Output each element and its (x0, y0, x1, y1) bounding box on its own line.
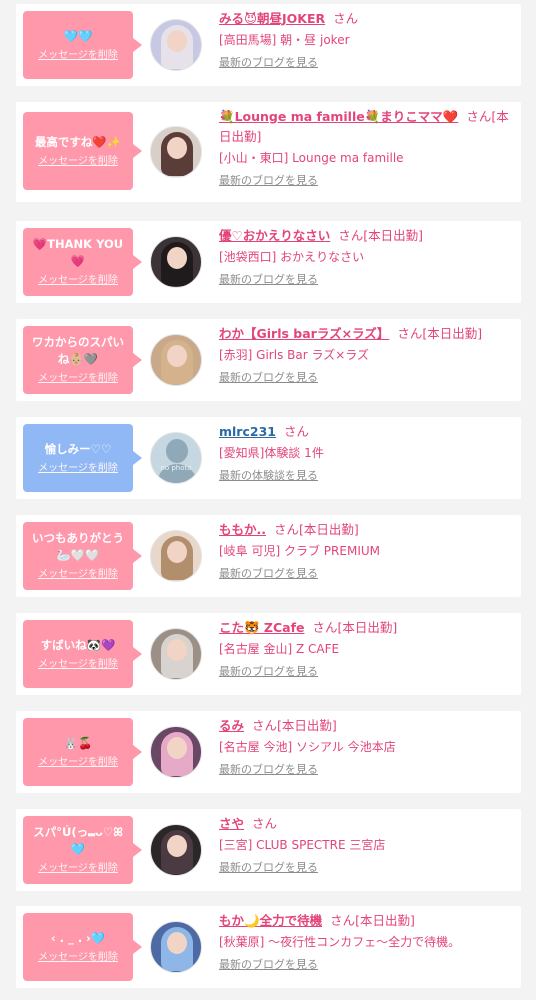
name-suffix: さん[本日出勤] (338, 228, 423, 243)
message-row: ワカからのスパいね👶🏼🩶 メッセージを削除 わか【Girls barラズ×ラズ】… (16, 319, 521, 401)
name-suffix: さん[本日出勤] (252, 718, 337, 733)
message-bubble: 💗THANK YOU💗 メッセージを削除 (23, 228, 142, 296)
latest-blog-link[interactable]: 最新のブログを見る (219, 55, 515, 71)
latest-blog-link[interactable]: 最新のブログを見る (219, 566, 515, 582)
no-photo-label: no photo (160, 464, 192, 472)
message-bubble: ワカからのスパいね👶🏼🩶 メッセージを削除 (23, 326, 142, 394)
shop-info: [赤羽] Girls Bar ラズ×ラズ (219, 348, 370, 362)
message-bubble: スパ°Ú(っ⑉ᴗ♡ꕤ🩵 メッセージを削除 (23, 816, 142, 884)
shop-info: [愛知県]体験談 1件 (219, 446, 324, 460)
latest-blog-link[interactable]: 最新のブログを見る (219, 664, 515, 680)
avatar[interactable] (150, 236, 202, 288)
latest-review-link[interactable]: 最新の体験談を見る (219, 468, 515, 484)
delete-message-link[interactable]: メッセージを削除 (38, 568, 118, 582)
message-row: 💗THANK YOU💗 メッセージを削除 優♡おかえりなさい さん[本日出勤] [… (16, 221, 521, 303)
delete-message-link[interactable]: メッセージを削除 (38, 49, 118, 63)
avatar[interactable] (150, 628, 202, 680)
name-suffix: さん (283, 424, 309, 439)
delete-message-link[interactable]: メッセージを削除 (38, 372, 118, 386)
message-row: 🩵🩵 メッセージを削除 みる😈朝昼JOKER さん [高田馬場] 朝・昼 joke… (16, 4, 521, 86)
latest-blog-link[interactable]: 最新のブログを見る (219, 957, 515, 973)
delete-message-link[interactable]: メッセージを削除 (38, 155, 118, 169)
shop-info: [名古屋 金山] Z CAFE (219, 642, 340, 656)
user-name-link[interactable]: るみ (219, 718, 244, 733)
delete-message-link[interactable]: メッセージを削除 (38, 756, 118, 770)
message-row: ‹ . _ . ›🩵 メッセージを削除 もか🌙全力で待機 さん[本日出勤] [秋葉… (16, 906, 521, 988)
message-text: 最高ですね❤️✨ (34, 134, 122, 149)
delete-message-link[interactable]: メッセージを削除 (38, 274, 118, 288)
user-name-link[interactable]: みる😈朝昼JOKER (219, 11, 325, 26)
message-bubble: いつもありがとう🦢🤍🤍 メッセージを削除 (23, 522, 142, 590)
latest-blog-link[interactable]: 最新のブログを見る (219, 762, 515, 778)
message-bubble: 最高ですね❤️✨ メッセージを削除 (23, 112, 142, 190)
name-suffix: さん[本日出勤] (274, 522, 359, 537)
avatar[interactable] (150, 824, 202, 876)
user-name-link[interactable]: 💐Lounge ma famille💐まりこママ❤️ (219, 109, 458, 124)
latest-blog-link[interactable]: 最新のブログを見る (219, 370, 515, 386)
message-text: 愉しみー♡♡ (44, 441, 112, 456)
message-row: すばいね🐼💜 メッセージを削除 こた🐯 ZCafe さん[本日出勤] [名古屋 金… (16, 613, 521, 695)
message-row: いつもありがとう🦢🤍🤍 メッセージを削除 ももか.. さん[本日出勤] [岐阜 可… (16, 515, 521, 597)
name-suffix: さん[本日出勤] (312, 620, 398, 635)
message-row: 最高ですね❤️✨ メッセージを削除 💐Lounge ma famille💐まりこ… (16, 102, 521, 202)
user-name-link[interactable]: わか【Girls barラズ×ラズ】 (219, 326, 389, 341)
no-photo-avatar[interactable]: no photo (150, 432, 202, 484)
delete-message-link[interactable]: メッセージを削除 (38, 462, 118, 476)
message-text: 🐰🍒 (63, 735, 93, 750)
message-text: ワカからのスパいね👶🏼🩶 (32, 335, 124, 366)
avatar[interactable] (150, 126, 202, 178)
delete-message-link[interactable]: メッセージを削除 (38, 658, 118, 672)
message-bubble: すばいね🐼💜 メッセージを削除 (23, 620, 142, 688)
user-name-link[interactable]: もか🌙全力で待機 (219, 913, 322, 928)
delete-message-link[interactable]: メッセージを削除 (38, 951, 118, 965)
user-name-link[interactable]: ももか.. (219, 522, 266, 537)
message-row: 愉しみー♡♡ メッセージを削除 no photo mlrc231 さん [愛知県]… (16, 417, 521, 499)
shop-info: [岐阜 可児] クラブ PREMIUM (219, 544, 380, 558)
shop-info: [秋葉原] 〜夜行性コンカフェ〜全力で待機。 (219, 935, 461, 949)
avatar[interactable] (150, 726, 202, 778)
avatar[interactable] (150, 19, 202, 71)
user-name-link[interactable]: 優♡おかえりなさい (219, 228, 330, 243)
message-text: スパ°Ú(っ⑉ᴗ♡ꕤ🩵 (33, 825, 123, 856)
name-suffix: さん[本日出勤] (330, 913, 415, 928)
message-bubble: 🩵🩵 メッセージを削除 (23, 11, 142, 79)
name-suffix: さん (333, 11, 359, 26)
message-row: スパ°Ú(っ⑉ᴗ♡ꕤ🩵 メッセージを削除 さや さん [三宮] CLUB SPEC… (16, 809, 521, 891)
avatar[interactable] (150, 921, 202, 973)
name-suffix: さん[本日出勤] (397, 326, 483, 341)
user-name-link[interactable]: こた🐯 ZCafe (219, 620, 305, 635)
message-text: 🩵🩵 (63, 28, 93, 43)
message-bubble: 🐰🍒 メッセージを削除 (23, 718, 142, 786)
delete-message-link[interactable]: メッセージを削除 (38, 862, 118, 876)
message-text: すばいね🐼💜 (40, 637, 116, 652)
latest-blog-link[interactable]: 最新のブログを見る (219, 173, 515, 189)
message-text: いつもありがとう🦢🤍🤍 (32, 531, 124, 562)
shop-info: [名古屋 今池] ソシアル 今池本店 (219, 740, 396, 754)
message-bubble: 愉しみー♡♡ メッセージを削除 (23, 424, 142, 492)
latest-blog-link[interactable]: 最新のブログを見る (219, 860, 515, 876)
message-bubble: ‹ . _ . ›🩵 メッセージを削除 (23, 913, 142, 981)
avatar[interactable] (150, 334, 202, 386)
shop-info: [高田馬場] 朝・昼 joker (219, 33, 350, 47)
shop-info: [池袋西口] おかえりなさい (219, 250, 365, 264)
shop-info: [小山・東口] Lounge ma famille (219, 151, 404, 165)
name-suffix: さん (252, 816, 278, 831)
shop-info: [三宮] CLUB SPECTRE 三宮店 (219, 838, 386, 852)
user-name-link[interactable]: mlrc231 (219, 424, 276, 439)
message-text: 💗THANK YOU💗 (32, 237, 124, 268)
user-name-link[interactable]: さや (219, 816, 244, 831)
avatar[interactable] (150, 530, 202, 582)
latest-blog-link[interactable]: 最新のブログを見る (219, 272, 515, 288)
message-text: ‹ . _ . ›🩵 (50, 930, 106, 945)
message-row: 🐰🍒 メッセージを削除 るみ さん[本日出勤] [名古屋 今池] ソシアル 今池本… (16, 711, 521, 793)
